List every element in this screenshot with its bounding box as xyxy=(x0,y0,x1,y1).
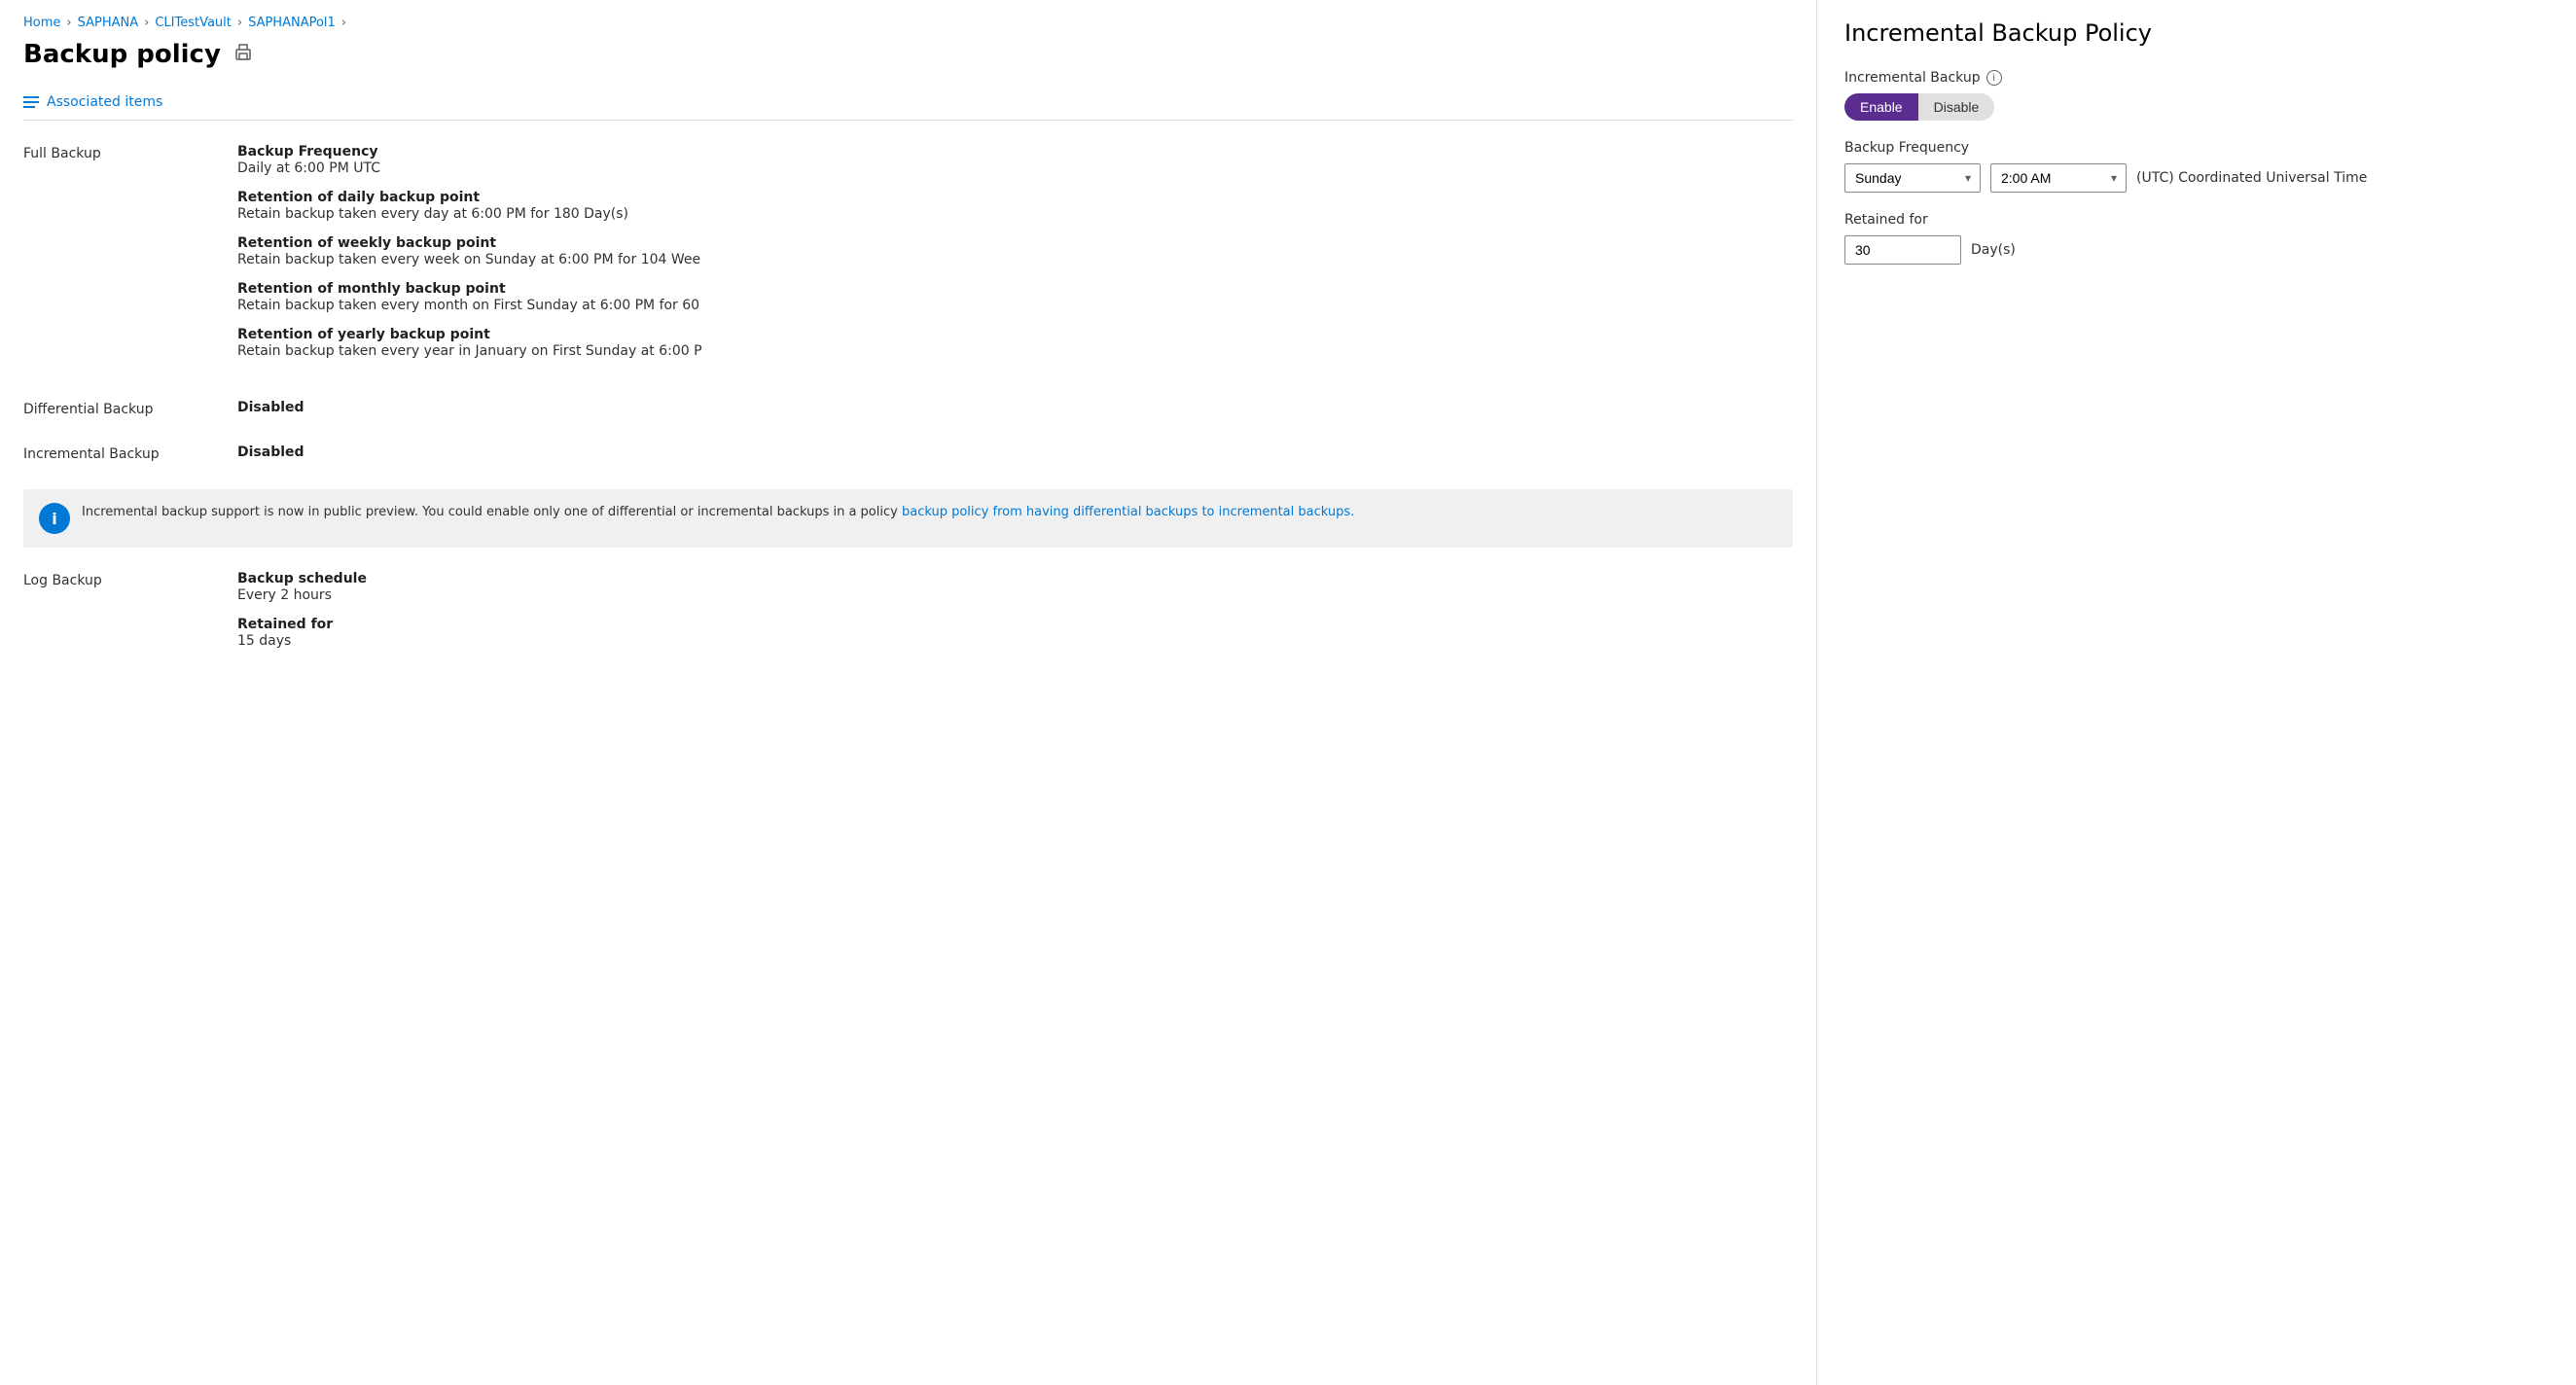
detail-retention-daily: Retention of daily backup point Retain b… xyxy=(237,190,1793,222)
detail-backup-schedule: Backup schedule Every 2 hours xyxy=(237,571,1793,603)
detail-label-retention-monthly: Retention of monthly backup point xyxy=(237,281,1793,297)
timezone-label: (UTC) Coordinated Universal Time xyxy=(2136,170,2367,186)
breadcrumb-sep-4: › xyxy=(341,16,346,30)
incremental-backup-label: Incremental Backup xyxy=(23,444,237,462)
incremental-backup-section: Incremental Backup Disabled xyxy=(23,444,1793,462)
differential-backup-status: Disabled xyxy=(237,400,1793,415)
full-backup-content: Backup Frequency Daily at 6:00 PM UTC Re… xyxy=(237,144,1793,373)
page-title: Backup policy xyxy=(23,40,221,69)
breadcrumb-sep-2: › xyxy=(144,16,149,30)
detail-label-backup-schedule: Backup schedule xyxy=(237,571,1793,586)
info-banner-text: Incremental backup support is now in pub… xyxy=(82,503,1354,522)
detail-value-log-retained: 15 days xyxy=(237,633,1793,649)
incremental-backup-toggle-label: Incremental Backup xyxy=(1844,70,1981,86)
detail-retention-weekly: Retention of weekly backup point Retain … xyxy=(237,235,1793,267)
differential-backup-label: Differential Backup xyxy=(23,400,237,417)
retained-for-label: Retained for xyxy=(1844,212,2549,228)
log-backup-label: Log Backup xyxy=(23,571,237,662)
log-backup-content: Backup schedule Every 2 hours Retained f… xyxy=(237,571,1793,662)
freq-controls: Sunday Monday Tuesday Wednesday Thursday… xyxy=(1844,163,2549,193)
backup-frequency-label: Backup Frequency xyxy=(1844,140,2549,156)
associated-items-label: Associated items xyxy=(47,94,162,110)
detail-value-retention-daily: Retain backup taken every day at 6:00 PM… xyxy=(237,206,1793,222)
left-panel: Home › SAPHANA › CLITestVault › SAPHANAP… xyxy=(0,0,1817,1385)
detail-label-log-retained: Retained for xyxy=(237,617,1793,632)
breadcrumb-sep-1: › xyxy=(66,16,71,30)
info-link[interactable]: backup policy from having differential b… xyxy=(902,505,1354,519)
day-select-wrapper: Sunday Monday Tuesday Wednesday Thursday… xyxy=(1844,163,1981,193)
log-backup-section: Log Backup Backup schedule Every 2 hours… xyxy=(23,571,1793,662)
detail-log-retained: Retained for 15 days xyxy=(237,617,1793,649)
time-select[interactable]: 12:00 AM 1:00 AM 2:00 AM 3:00 AM 4:00 AM… xyxy=(1990,163,2127,193)
detail-backup-frequency: Backup Frequency Daily at 6:00 PM UTC xyxy=(237,144,1793,176)
incremental-backup-status: Disabled xyxy=(237,444,1793,460)
retained-controls: Day(s) xyxy=(1844,235,2549,265)
enable-button[interactable]: Enable xyxy=(1844,93,1918,121)
incremental-backup-field-label: Incremental Backup i xyxy=(1844,70,2549,86)
incremental-backup-info-icon[interactable]: i xyxy=(1986,70,2002,86)
detail-value-backup-schedule: Every 2 hours xyxy=(237,587,1793,603)
incremental-backup-content: Disabled xyxy=(237,444,1793,462)
differential-backup-content: Disabled xyxy=(237,400,1793,417)
detail-value-retention-weekly: Retain backup taken every week on Sunday… xyxy=(237,252,1793,267)
detail-value-backup-frequency: Daily at 6:00 PM UTC xyxy=(237,160,1793,176)
full-backup-label: Full Backup xyxy=(23,144,237,373)
retained-for-section: Retained for Day(s) xyxy=(1844,212,2549,265)
info-icon: i xyxy=(39,503,70,534)
info-message: Incremental backup support is now in pub… xyxy=(82,505,898,519)
right-panel: Incremental Backup Policy Incremental Ba… xyxy=(1817,0,2576,1385)
retained-for-input[interactable] xyxy=(1844,235,1961,265)
detail-retention-yearly: Retention of yearly backup point Retain … xyxy=(237,327,1793,359)
breadcrumb-vault[interactable]: CLITestVault xyxy=(155,16,232,30)
detail-value-retention-yearly: Retain backup taken every year in Januar… xyxy=(237,343,1793,359)
detail-value-retention-monthly: Retain backup taken every month on First… xyxy=(237,298,1793,313)
associated-items-bar[interactable]: Associated items xyxy=(23,85,1793,121)
detail-label-backup-frequency: Backup Frequency xyxy=(237,144,1793,160)
breadcrumb-sep-3: › xyxy=(237,16,242,30)
detail-label-retention-weekly: Retention of weekly backup point xyxy=(237,235,1793,251)
backup-frequency-section: Backup Frequency Sunday Monday Tuesday W… xyxy=(1844,140,2549,193)
right-panel-title: Incremental Backup Policy xyxy=(1844,19,2549,47)
disable-button[interactable]: Disable xyxy=(1918,93,1995,121)
breadcrumb: Home › SAPHANA › CLITestVault › SAPHANAP… xyxy=(23,16,1793,30)
print-icon[interactable] xyxy=(233,42,254,68)
detail-retention-monthly: Retention of monthly backup point Retain… xyxy=(237,281,1793,313)
list-icon xyxy=(23,96,39,108)
days-label: Day(s) xyxy=(1971,242,2016,258)
time-select-wrapper: 12:00 AM 1:00 AM 2:00 AM 3:00 AM 4:00 AM… xyxy=(1990,163,2127,193)
page-title-row: Backup policy xyxy=(23,40,1793,69)
full-backup-section: Full Backup Backup Frequency Daily at 6:… xyxy=(23,144,1793,373)
differential-backup-section: Differential Backup Disabled xyxy=(23,400,1793,417)
detail-label-retention-yearly: Retention of yearly backup point xyxy=(237,327,1793,342)
day-select[interactable]: Sunday Monday Tuesday Wednesday Thursday… xyxy=(1844,163,1981,193)
incremental-backup-toggle-group: Enable Disable xyxy=(1844,93,2549,121)
detail-label-retention-daily: Retention of daily backup point xyxy=(237,190,1793,205)
breadcrumb-policy[interactable]: SAPHANAPol1 xyxy=(248,16,336,30)
info-banner: i Incremental backup support is now in p… xyxy=(23,489,1793,548)
breadcrumb-home[interactable]: Home xyxy=(23,16,60,30)
breadcrumb-saphana[interactable]: SAPHANA xyxy=(78,16,139,30)
